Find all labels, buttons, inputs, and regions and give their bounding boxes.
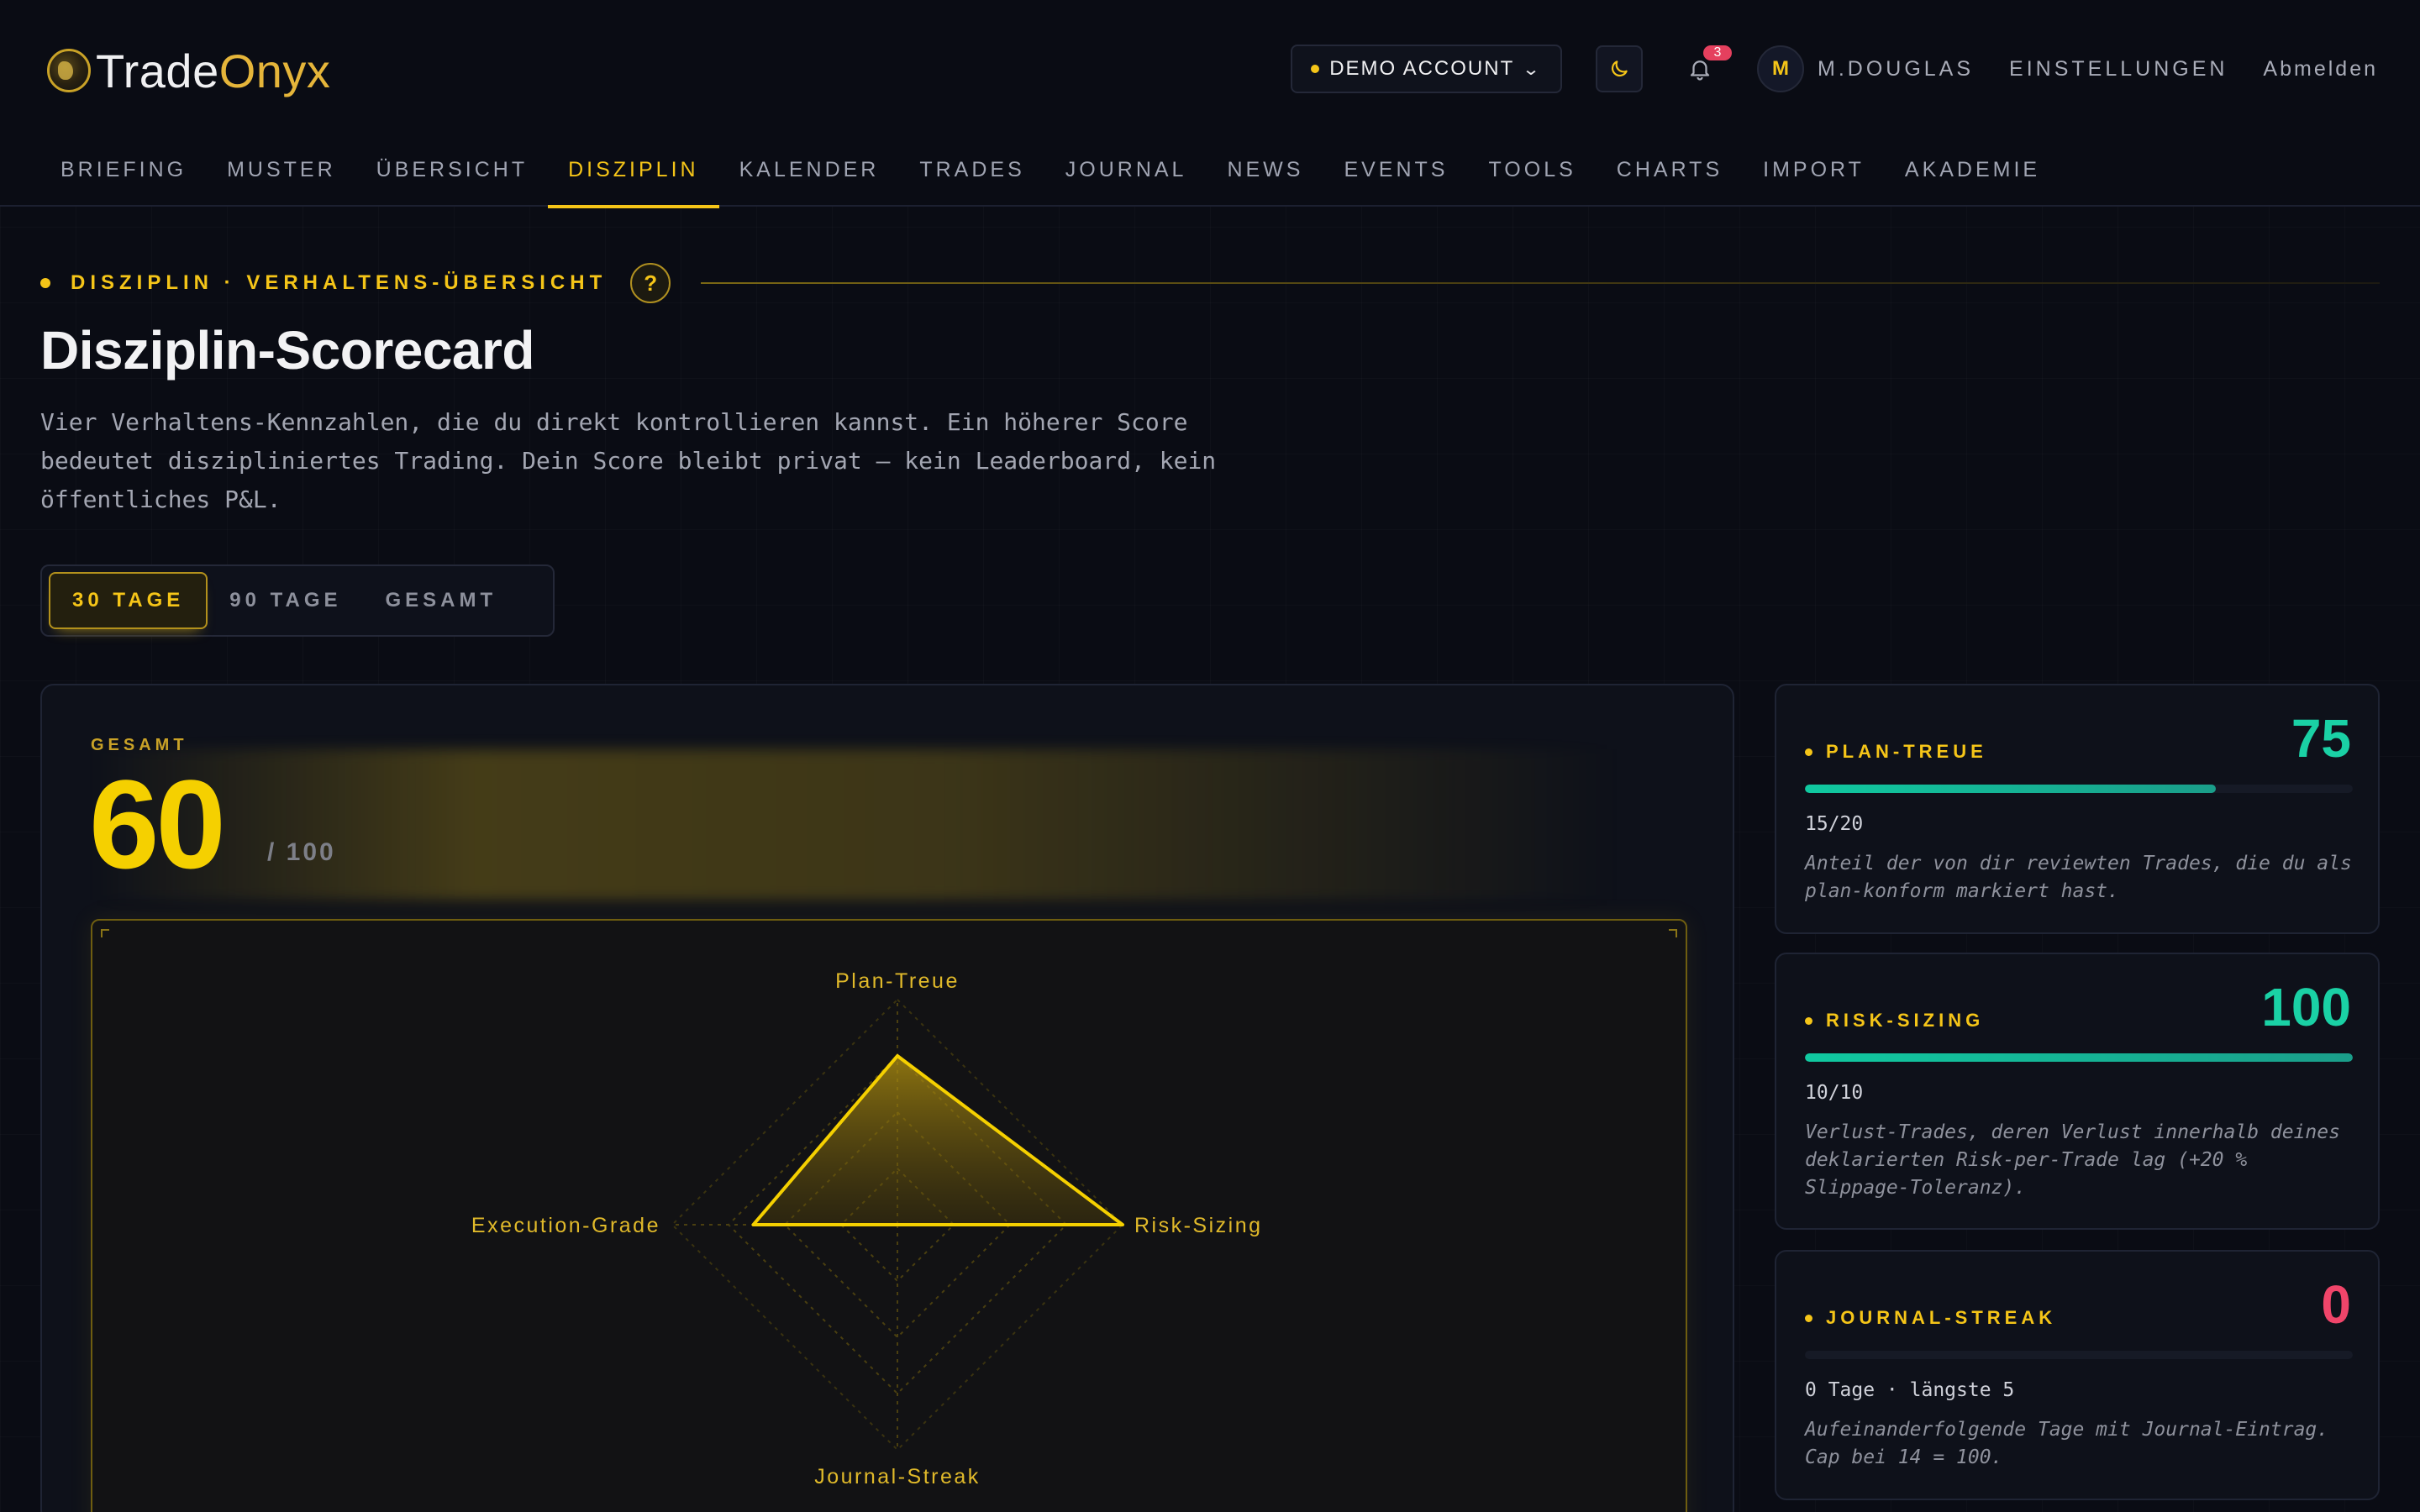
nav-tab-journal[interactable]: JOURNAL [1045, 144, 1207, 207]
metric-title-text: PLAN-TREUE [1826, 741, 1987, 762]
section-eyebrow: DISZIPLIN · VERHALTENS-ÜBERSICHT ? [40, 262, 671, 304]
period-90-days-button[interactable]: 90 TAGE [208, 572, 363, 629]
nav-tab-uebersicht[interactable]: ÜBERSICHT [356, 144, 548, 207]
logo[interactable]: TradeOnyx [47, 42, 330, 99]
notifications-button[interactable]: 3 [1676, 45, 1732, 92]
total-score-label: GESAMT [91, 736, 188, 754]
nav-tab-tools[interactable]: TOOLS [1468, 144, 1596, 207]
nav-tab-akademie[interactable]: AKADEMIE [1885, 144, 2060, 207]
nav-tab-events[interactable]: EVENTS [1323, 144, 1468, 207]
eyebrow-text: DISZIPLIN · VERHALTENS-ÜBERSICHT [71, 271, 608, 294]
metric-fraction: 15/20 [1805, 813, 1864, 835]
metric-title: JOURNAL-STREAK [1805, 1307, 2056, 1329]
top-header: TradeOnyx DEMO ACCOUNT ⌄ 3 M M.DOUGLAS E… [0, 0, 2420, 208]
metric-progress-bar [1805, 1053, 2353, 1062]
total-score-card: GESAMT 60 / 100 Plan-Treue Risk-Sizing Jou… [40, 684, 1734, 1512]
nav-tab-disziplin[interactable]: DISZIPLIN [548, 144, 720, 208]
page-title: Disziplin-Scorecard [40, 320, 535, 381]
account-switcher[interactable]: DEMO ACCOUNT ⌄ [1291, 45, 1562, 93]
metric-fraction: 0 Tage · längste 5 [1805, 1379, 2015, 1401]
help-button[interactable]: ? [630, 263, 671, 303]
radar-axis-label: Execution-Grade [471, 1214, 660, 1237]
radar-axis-label: Plan-Treue [835, 969, 960, 993]
logo-text: TradeOnyx [96, 44, 330, 98]
settings-link[interactable]: EINSTELLUNGEN [2009, 57, 2228, 81]
eyebrow-divider [701, 282, 2380, 284]
metric-card-plan-treue: PLAN-TREUE 75 15/20 Anteil der von dir r… [1775, 684, 2380, 934]
metric-card-risk-sizing: RISK-SIZING 100 10/10 Verlust-Trades, de… [1775, 953, 2380, 1230]
nav-tab-briefing[interactable]: BRIEFING [40, 144, 207, 207]
main-nav: BRIEFING MUSTER ÜBERSICHT DISZIPLIN KALE… [40, 144, 2060, 208]
nav-tab-charts[interactable]: CHARTS [1597, 144, 1743, 207]
metric-score: 75 [2291, 708, 2351, 769]
metric-card-journal-streak: JOURNAL-STREAK 0 0 Tage · längste 5 Aufe… [1775, 1250, 2380, 1500]
metric-score: 0 [2321, 1274, 2351, 1335]
metric-title-text: JOURNAL-STREAK [1826, 1307, 2057, 1328]
moon-icon [1611, 60, 1628, 77]
avatar[interactable]: M [1757, 45, 1804, 92]
logo-text-part1: Trade [96, 44, 219, 97]
theme-toggle-button[interactable] [1596, 45, 1643, 92]
logo-text-part2: Onyx [218, 44, 331, 97]
logout-link[interactable]: Abmelden [2263, 57, 2378, 81]
radar-axis-label: Risk-Sizing [1134, 1214, 1263, 1237]
metric-progress-fill [1805, 785, 2216, 793]
metric-description: Verlust-Trades, deren Verlust innerhalb … [1805, 1121, 2340, 1199]
metric-score: 100 [2261, 977, 2351, 1037]
nav-tab-import[interactable]: IMPORT [1743, 144, 1885, 207]
account-label: DEMO ACCOUNT [1329, 57, 1515, 80]
period-all-button[interactable]: GESAMT [364, 572, 519, 629]
eyebrow-dot-icon [40, 278, 50, 288]
radar-axis-label: Journal-Streak [814, 1465, 981, 1488]
total-score-value: 60 [89, 753, 226, 895]
metric-dot-icon [1805, 748, 1812, 756]
total-score-max: / 100 [267, 838, 336, 866]
metric-title-text: RISK-SIZING [1826, 1010, 1985, 1031]
status-dot-icon [1311, 65, 1320, 73]
nav-tab-kalender[interactable]: KALENDER [719, 144, 900, 207]
metric-fraction: 10/10 [1805, 1082, 1864, 1104]
metric-title: RISK-SIZING [1805, 1010, 1984, 1032]
radar-labels: Plan-Treue Risk-Sizing Journal-Streak Execu… [471, 969, 1263, 1488]
chevron-down-icon: ⌄ [1522, 60, 1543, 79]
metric-progress-bar [1805, 1351, 2353, 1359]
nav-tab-trades[interactable]: TRADES [899, 144, 1044, 207]
page-description: Vier Verhaltens-Kennzahlen, die du direk… [40, 408, 1217, 513]
metric-dot-icon [1805, 1314, 1812, 1322]
score-glow [91, 749, 1620, 900]
metric-title: PLAN-TREUE [1805, 741, 1987, 763]
period-selector: 30 TAGE 90 TAGE GESAMT [40, 564, 555, 637]
period-30-days-button[interactable]: 30 TAGE [49, 572, 208, 629]
notification-badge: 3 [1703, 45, 1732, 60]
nav-tab-muster[interactable]: MUSTER [207, 144, 356, 207]
metric-description: Anteil der von dir reviewten Trades, die… [1805, 853, 2352, 902]
radar-data-polygon [751, 1054, 1124, 1226]
metric-dot-icon [1805, 1016, 1812, 1025]
metric-progress-bar [1805, 785, 2353, 793]
header-actions: DEMO ACCOUNT ⌄ 3 M M.DOUGLAS EINSTELLUNG… [1291, 44, 2378, 94]
radar-chart-panel: Plan-Treue Risk-Sizing Journal-Streak Execu… [91, 919, 1687, 1512]
username-link[interactable]: M.DOUGLAS [1818, 57, 1974, 81]
logo-icon [47, 49, 91, 92]
metric-progress-fill [1805, 1053, 2353, 1062]
radar-chart: Plan-Treue Risk-Sizing Journal-Streak Execu… [471, 969, 1263, 1488]
metric-description: Aufeinanderfolgende Tage mit Journal-Ein… [1805, 1419, 2329, 1468]
nav-tab-news[interactable]: NEWS [1207, 144, 1323, 207]
